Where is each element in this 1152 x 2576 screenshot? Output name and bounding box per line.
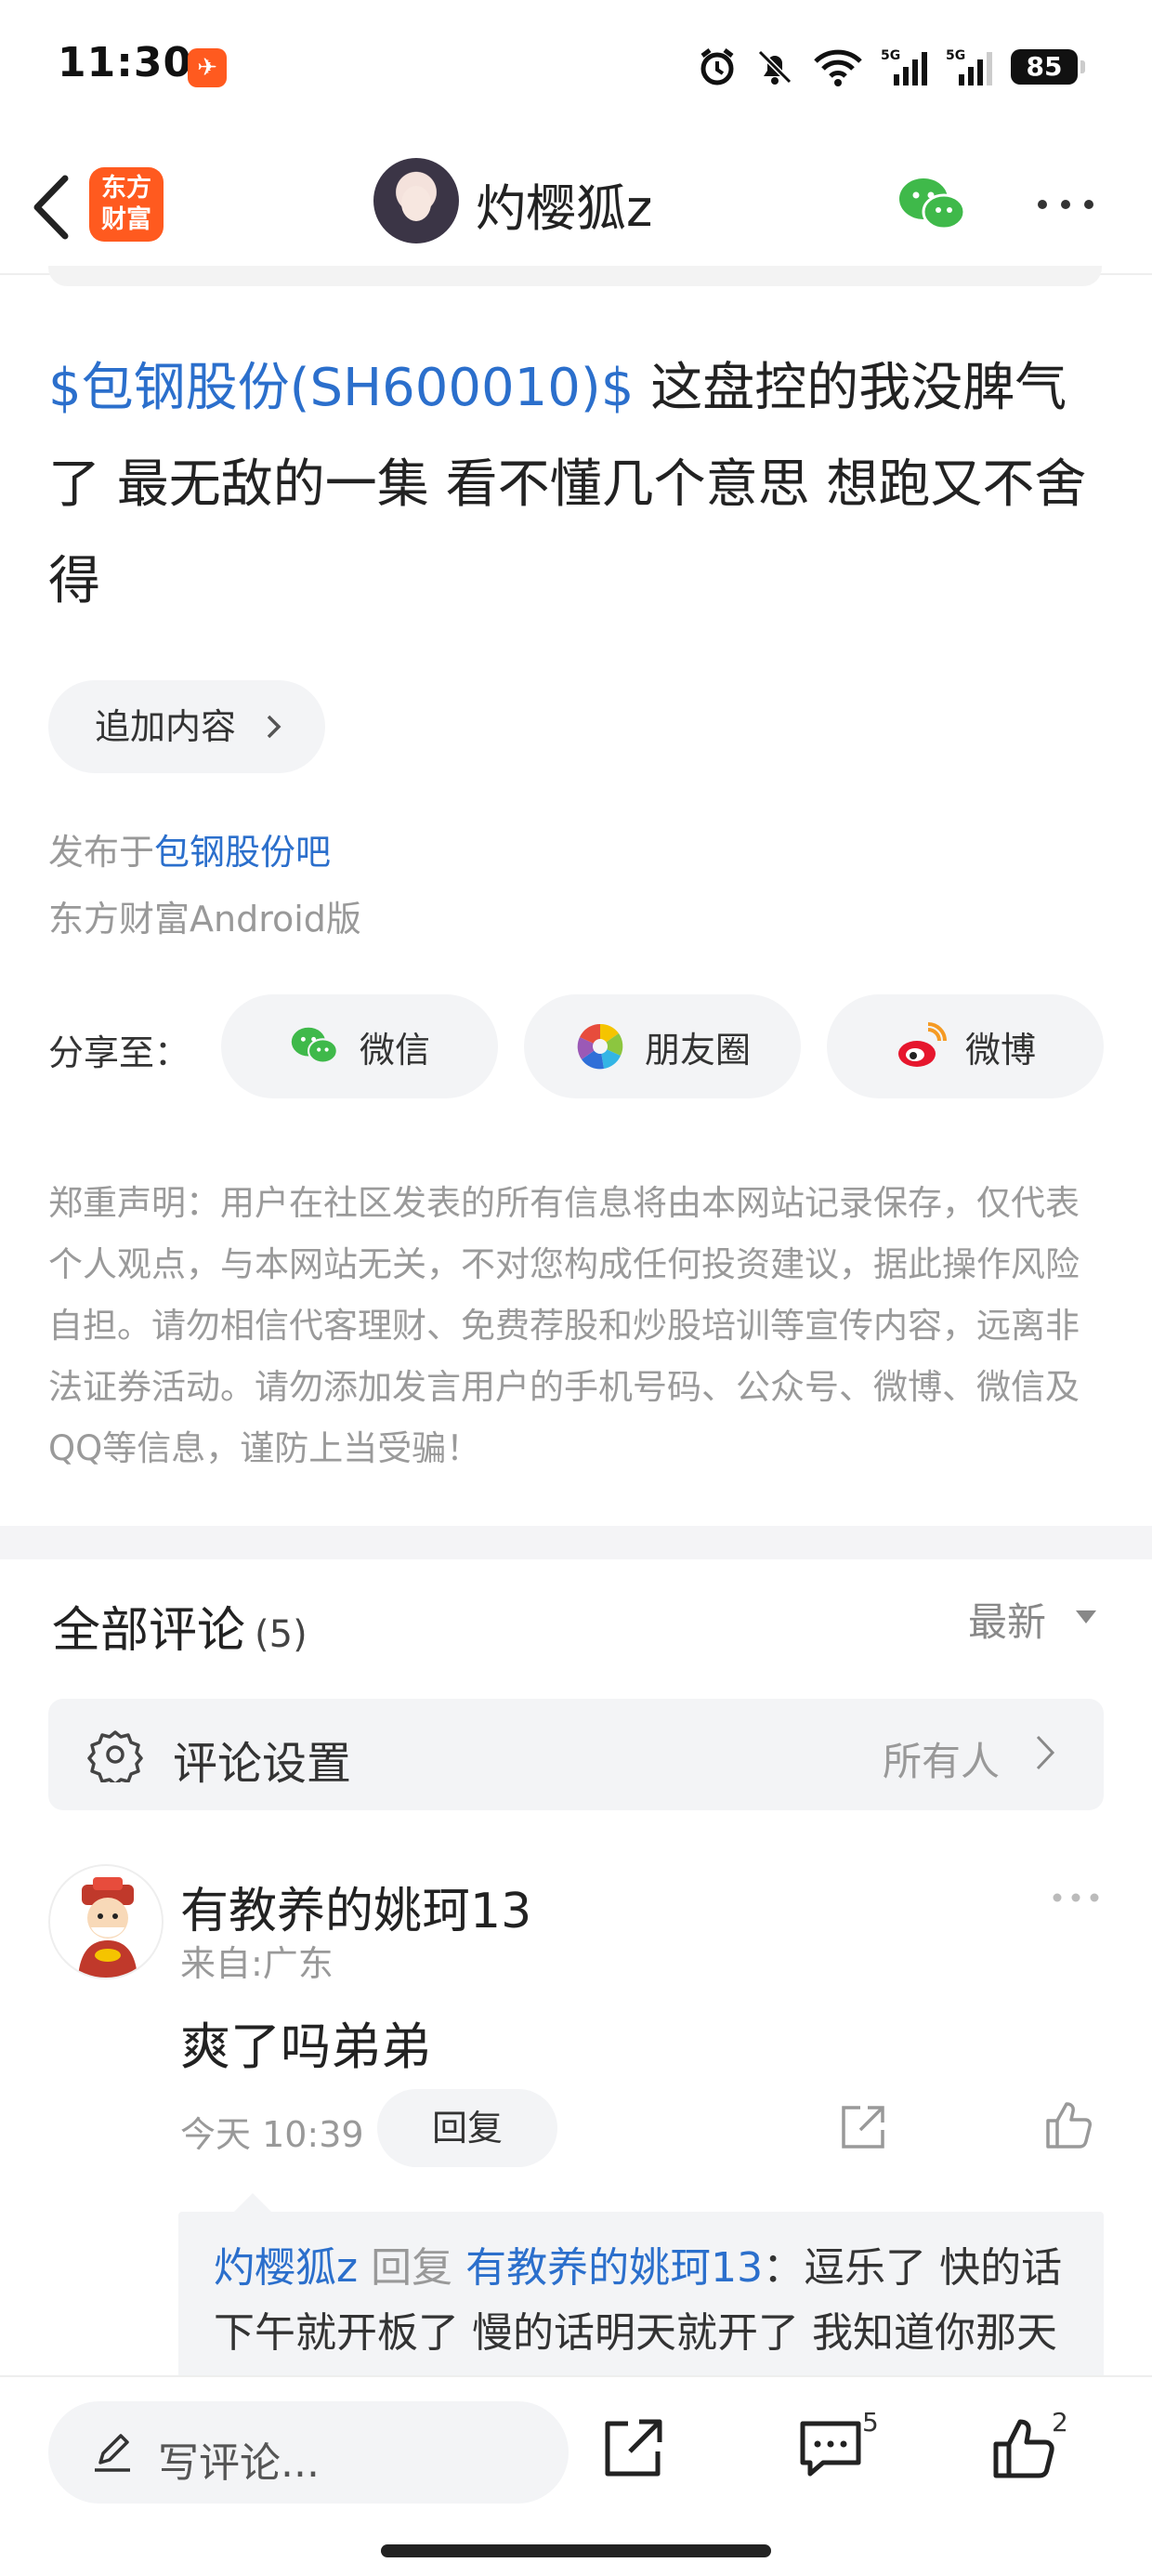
- signal-5g-icon-2: 5G: [946, 48, 992, 85]
- chevron-right-icon: [267, 715, 281, 739]
- god-of-wealth-avatar-icon: [78, 1877, 137, 1978]
- write-comment-placeholder: 写评论...: [158, 2439, 320, 2487]
- comments-title-label: 全部评论: [52, 1603, 246, 1659]
- commenter-name[interactable]: 有教养的姚珂13: [180, 1872, 531, 1941]
- more-options-icon[interactable]: [1033, 193, 1098, 216]
- stock-bar-link[interactable]: 包钢股份吧: [154, 832, 331, 873]
- bottom-action-bar: 写评论... 5 2: [0, 2375, 1152, 2576]
- comments-title: 全部评论 (5): [52, 1591, 308, 1661]
- comment-settings-label: 评论设置: [173, 1738, 352, 1790]
- comment-text: 爽了吗弟弟: [180, 2017, 431, 2076]
- share-wechat-button[interactable]: 微信: [221, 994, 498, 1098]
- sort-selector[interactable]: 最新: [968, 1591, 1046, 1648]
- stock-link[interactable]: $包钢股份(SH600010)$: [48, 358, 634, 418]
- gear-icon: [87, 1730, 143, 1782]
- author-avatar[interactable]: [373, 158, 459, 243]
- comment-bubble-icon[interactable]: [797, 2414, 864, 2481]
- eastmoney-logo[interactable]: 东方 财富: [89, 167, 164, 242]
- collapsed-card-edge: [48, 266, 1102, 286]
- status-time: 11:30: [58, 39, 193, 86]
- commenter-avatar[interactable]: [48, 1864, 164, 1979]
- moments-icon: [577, 1023, 623, 1070]
- alarm-icon: [700, 48, 734, 85]
- share-weibo-label: 微博: [964, 1029, 1036, 1071]
- disclaimer: 郑重声明：用户在社区发表的所有信息将由本网站记录保存，仅代表个人观点，与本网站无…: [48, 1183, 1080, 1468]
- comments-count: (5): [255, 1613, 308, 1656]
- status-icons: 5G 5G 85: [697, 43, 1085, 91]
- share-icon[interactable]: [600, 2414, 667, 2481]
- comment-count-badge: 5: [862, 2407, 879, 2438]
- section-divider: [0, 1526, 1152, 1559]
- write-comment-input[interactable]: 写评论...: [48, 2401, 569, 2504]
- signal-5g-icon: 5G: [881, 48, 927, 85]
- mute-icon: [757, 49, 792, 85]
- author-name[interactable]: 灼樱狐z: [476, 167, 652, 241]
- top-navigation: 东方 财富 灼樱狐z: [0, 139, 1152, 275]
- post-content: $包钢股份(SH600010)$ 这盘控的我没脾气了 最无敌的一集 看不懂几个意…: [48, 340, 1117, 630]
- share-moments-label: 朋友圈: [644, 1029, 751, 1071]
- back-arrow-icon[interactable]: [22, 165, 78, 249]
- share-label: 分享至：: [48, 1032, 190, 1073]
- thumbs-up-icon[interactable]: [990, 2414, 1057, 2481]
- wechat-icon[interactable]: [896, 173, 970, 238]
- wechat-icon: [291, 1027, 338, 1064]
- thumbs-up-icon[interactable]: [1042, 2098, 1094, 2150]
- commenter-location: 来自:广东: [180, 1943, 334, 1984]
- home-indicator[interactable]: [381, 2544, 771, 2557]
- reply-to-user[interactable]: 有教养的姚珂13: [465, 2244, 763, 2292]
- share-wechat-label: 微信: [359, 1029, 430, 1071]
- reply-from-user[interactable]: 灼樱狐z: [214, 2244, 358, 2292]
- dropdown-triangle-icon[interactable]: [1074, 1608, 1098, 1626]
- notification-app-icon: ✈: [188, 48, 227, 87]
- share-icon[interactable]: [838, 2102, 888, 2152]
- reply-keyword: 回复: [371, 2244, 453, 2292]
- share-weibo-button[interactable]: 微博: [827, 994, 1104, 1098]
- pencil-icon: [95, 2434, 130, 2472]
- svg-text:5G: 5G: [946, 48, 965, 63]
- chevron-right-icon: [1036, 1735, 1055, 1770]
- comment-settings-value: 所有人: [882, 1739, 1000, 1784]
- comment-more-icon[interactable]: [1050, 1890, 1102, 1905]
- comment-settings-row[interactable]: 评论设置 所有人: [48, 1699, 1104, 1810]
- append-content-button[interactable]: 追加内容: [48, 680, 325, 773]
- status-bar: 11:30 ✈ 5G 5G 85: [0, 0, 1152, 139]
- svg-text:5G: 5G: [881, 48, 900, 63]
- like-count-badge: 2: [1052, 2407, 1068, 2438]
- nested-reply[interactable]: 灼樱狐z 回复 有教养的姚珂13：逗乐了 快的话下午就开板了 慢的话明天就开了 …: [178, 2193, 1104, 2379]
- published-prefix: 发布于: [48, 832, 155, 873]
- weibo-icon: [897, 1022, 947, 1067]
- published-in: 发布于包钢股份吧: [48, 823, 331, 874]
- reply-button[interactable]: 回复: [377, 2089, 557, 2167]
- battery-indicator: 85: [1011, 49, 1085, 85]
- append-content-label: 追加内容: [95, 706, 237, 747]
- client-source: 东方财富Android版: [48, 899, 361, 940]
- nested-reply-text: 灼樱狐z 回复 有教养的姚珂13：逗乐了 快的话下午就开板了 慢的话明天就开了 …: [214, 2236, 1087, 2366]
- comment-time: 今天 10:39: [180, 2114, 364, 2155]
- wifi-icon: [814, 49, 862, 86]
- share-moments-button[interactable]: 朋友圈: [524, 994, 801, 1098]
